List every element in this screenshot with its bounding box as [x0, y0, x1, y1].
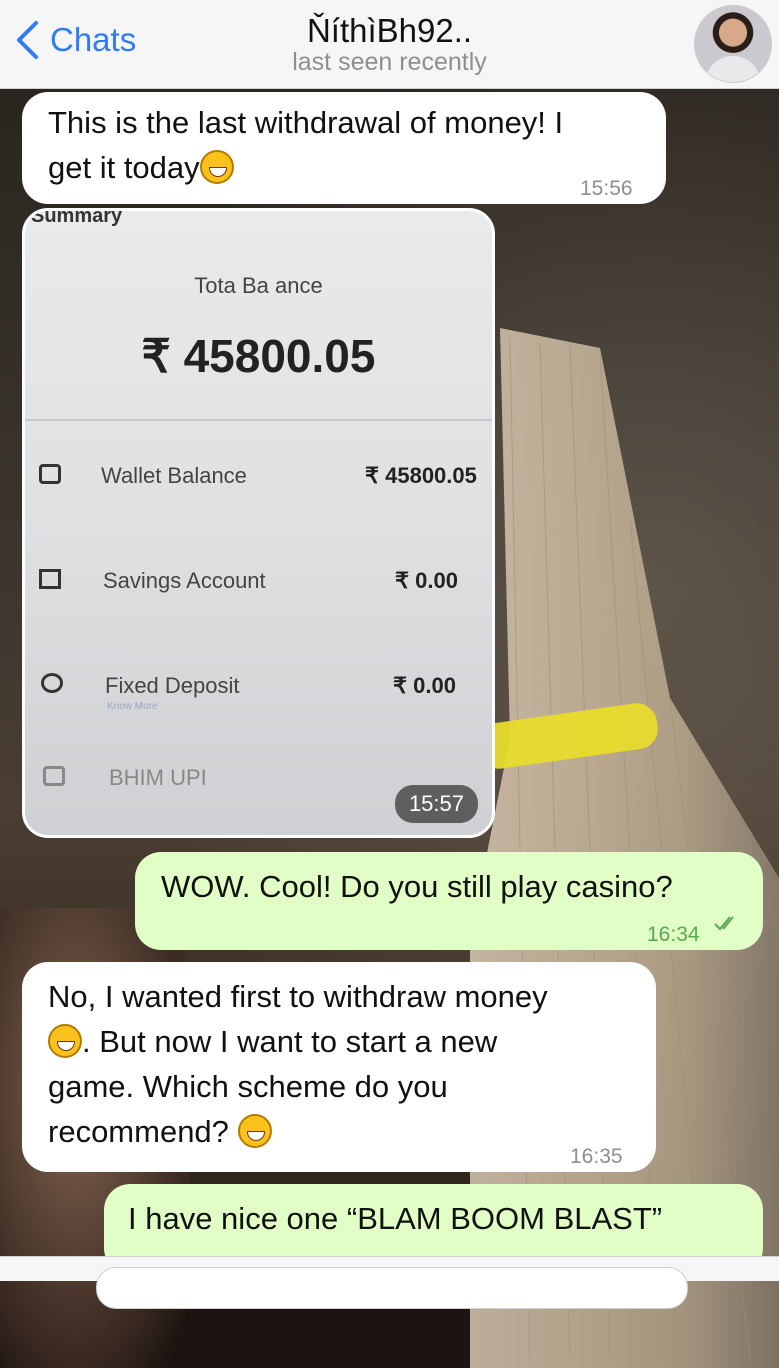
total-balance-amount: ₹ 45800.05 — [141, 330, 376, 382]
message-text: No, I wanted first to withdraw money . B… — [48, 979, 548, 1149]
message-input[interactable] — [96, 1267, 688, 1309]
contact-avatar[interactable] — [694, 5, 772, 83]
photo-message[interactable]: Summary Tota Ba ance ₹ 45800.05 Wallet B… — [22, 208, 495, 838]
grinning-face-icon — [199, 150, 234, 184]
grinning-face-icon — [237, 1114, 272, 1148]
divider — [25, 419, 492, 421]
message-text: I have nice one “BLAM BOOM BLAST” — [128, 1201, 663, 1236]
total-balance-label: Tota Ba ance — [194, 273, 323, 298]
message-time: 16:35 — [570, 1145, 623, 1168]
message-bubble-outgoing[interactable]: WOW. Cool! Do you still play casino? 16:… — [135, 852, 763, 950]
message-bubble-incoming[interactable]: This is the last withdrawal of money! I … — [22, 92, 666, 204]
contact-name[interactable]: ŇíthìBh92.. — [0, 12, 779, 50]
double-check-icon — [714, 916, 734, 931]
message-bubble-incoming[interactable]: No, I wanted first to withdraw money . B… — [22, 962, 656, 1172]
message-text: This is the last withdrawal of money! I … — [48, 105, 564, 185]
wallet-balance-label: Wallet Balance — [101, 463, 247, 488]
grinning-face-icon — [48, 1024, 82, 1058]
photo-cut-header: Summary — [31, 208, 123, 227]
money-bag-icon — [41, 673, 63, 693]
fixed-deposit-value: ₹ 0.00 — [393, 673, 456, 698]
message-input-bar — [0, 1256, 779, 1309]
message-time: 15:56 — [580, 177, 633, 200]
upi-icon — [43, 766, 65, 786]
wallet-balance-value: ₹ 45800.05 — [365, 463, 477, 488]
photo-time: 15:57 — [394, 785, 478, 823]
savings-account-label: Savings Account — [103, 568, 266, 593]
savings-account-value: ₹ 0.00 — [395, 568, 458, 593]
contact-status: last seen recently — [292, 48, 487, 76]
message-text: WOW. Cool! Do you still play casino? — [161, 869, 673, 904]
bank-icon — [39, 569, 61, 589]
know-more-link: Know More — [107, 701, 158, 712]
fixed-deposit-label: Fixed Deposit — [105, 673, 240, 698]
bhim-upi-label: BHIM UPI — [109, 765, 207, 790]
chat-header: Chats ŇíthìBh92.. last seen recently — [0, 0, 779, 89]
wallet-icon — [39, 464, 61, 484]
message-time: 16:34 — [647, 923, 700, 946]
